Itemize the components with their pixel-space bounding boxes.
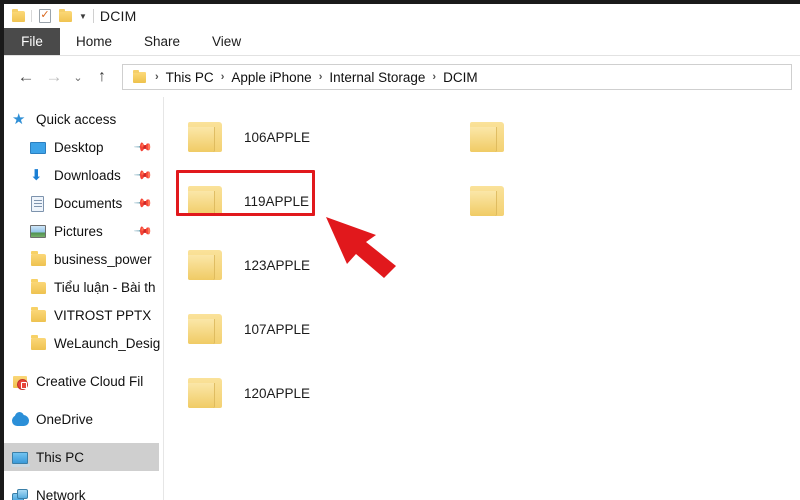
download-icon: ⬇ <box>30 166 43 184</box>
this-pc-icon <box>11 449 30 467</box>
pin-icon[interactable]: 📌 <box>133 137 153 157</box>
sidebar-item-this-pc[interactable]: This PC <box>4 443 159 471</box>
properties-icon[interactable]: ✓ <box>35 6 55 26</box>
star-icon: ★ <box>12 110 26 128</box>
sidebar-item-network[interactable]: Network <box>4 481 163 500</box>
folder-icon <box>188 378 222 408</box>
tab-home[interactable]: Home <box>60 28 128 55</box>
sidebar-item-downloads[interactable]: ⬇ Downloads 📌 <box>4 161 163 189</box>
up-button-icon[interactable]: ↑ <box>88 63 116 91</box>
forward-button-icon[interactable]: → <box>40 63 68 91</box>
sidebar-item-label: OneDrive <box>36 411 94 427</box>
folder-icon <box>470 122 504 152</box>
sidebar-item-quick-access[interactable]: ★ Quick access <box>4 105 163 133</box>
breadcrumb-item-internal-storage[interactable]: Internal Storage <box>327 70 427 85</box>
folder-item-label: 106APPLE <box>244 129 311 145</box>
title-divider <box>92 9 94 23</box>
documents-icon <box>30 195 47 212</box>
pin-icon[interactable]: 📌 <box>133 193 153 213</box>
folder-icon <box>470 186 504 216</box>
tab-file[interactable]: File <box>4 28 60 55</box>
folder-icon <box>188 314 222 344</box>
sidebar-item-label: Network <box>36 487 86 500</box>
creative-cloud-icon <box>12 373 29 390</box>
sidebar-item-documents[interactable]: Documents 📌 <box>4 189 163 217</box>
folder-icon <box>30 279 47 296</box>
folder-icon <box>188 250 222 280</box>
sidebar-item-business-power[interactable]: business_power <box>4 245 163 273</box>
folder-icon <box>188 186 222 216</box>
sidebar-item-creative-cloud-files[interactable]: Creative Cloud Fil <box>4 367 163 395</box>
sidebar-item-desktop[interactable]: Desktop 📌 <box>4 133 163 161</box>
folder-icon <box>188 122 222 152</box>
pictures-icon <box>30 223 47 240</box>
address-bar: ← → ⌄ ↑ › This PC › Apple iPhone › Inter… <box>4 57 800 97</box>
sidebar-item-label: business_power <box>54 251 152 267</box>
folder-item-106apple[interactable]: 106APPLE <box>180 105 470 169</box>
toolbar-divider <box>31 10 32 22</box>
sidebar-item-label: Creative Cloud Fil <box>36 373 144 389</box>
breadcrumb-separator-3: › <box>432 71 437 83</box>
sidebar-item-label: Tiểu luận - Bài th <box>54 279 156 295</box>
folder-item-label: 120APPLE <box>244 385 311 401</box>
new-folder-icon[interactable] <box>55 6 75 26</box>
sidebar-item-label: Desktop <box>54 139 104 155</box>
sidebar-item-label: Documents <box>54 195 123 211</box>
file-grid: 106APPLE 119APPLE 123APPLE 107APPLE 120A… <box>180 105 800 485</box>
window-folder-icon <box>8 6 28 26</box>
sidebar-item-pictures[interactable]: Pictures 📌 <box>4 217 163 245</box>
file-list-pane[interactable]: 106APPLE 119APPLE 123APPLE 107APPLE 120A… <box>164 97 800 500</box>
breadcrumb-item-dcim[interactable]: DCIM <box>441 70 480 85</box>
folder-item-119apple[interactable]: 119APPLE <box>180 169 470 233</box>
folder-item-label: 119APPLE <box>244 193 310 209</box>
sidebar-item-label: VITROST PPTX <box>54 307 152 323</box>
folder-icon <box>30 307 47 324</box>
file-explorer-window: ✓ ▼ DCIM File Home Share View ← → ⌄ ↑ › … <box>0 0 800 500</box>
folder-icon <box>30 251 47 268</box>
sidebar-item-label: WeLaunch_Desig <box>54 335 161 351</box>
breadcrumb-separator-1: › <box>220 71 225 83</box>
pin-icon[interactable]: 📌 <box>133 221 153 241</box>
folder-item-clipped-1[interactable] <box>470 105 506 169</box>
explorer-body: ★ Quick access Desktop 📌 ⬇ Downloads 📌 D… <box>4 97 800 500</box>
folder-item-107apple[interactable]: 107APPLE <box>180 297 470 361</box>
tab-view[interactable]: View <box>196 28 257 55</box>
breadcrumb-separator-2: › <box>318 71 323 83</box>
breadcrumb-folder-icon <box>133 69 146 83</box>
breadcrumb-item-apple-iphone[interactable]: Apple iPhone <box>229 70 313 85</box>
sidebar-item-label: This PC <box>36 449 85 465</box>
desktop-icon <box>30 139 47 156</box>
sidebar-item-onedrive[interactable]: OneDrive <box>4 405 163 433</box>
network-icon <box>12 487 29 500</box>
folder-item-label: 123APPLE <box>244 257 311 273</box>
breadcrumb-separator-0: › <box>155 71 159 83</box>
folder-item-123apple[interactable]: 123APPLE <box>180 233 470 297</box>
recent-locations-chevron-icon[interactable]: ⌄ <box>68 63 88 91</box>
folder-item-120apple[interactable]: 120APPLE <box>180 361 470 425</box>
tab-share[interactable]: Share <box>128 28 196 55</box>
folder-item-clipped-2[interactable] <box>470 169 506 233</box>
sidebar-item-label: Quick access <box>36 111 117 127</box>
sidebar-item-label: Downloads <box>54 167 121 183</box>
back-button-icon[interactable]: ← <box>12 63 40 91</box>
window-title: DCIM <box>99 8 137 24</box>
sidebar-item-welaunch-design[interactable]: WeLaunch_Desig <box>4 329 163 357</box>
breadcrumb[interactable]: › This PC › Apple iPhone › Internal Stor… <box>122 64 792 90</box>
folder-icon <box>30 335 47 352</box>
sidebar-item-label: Pictures <box>54 223 103 239</box>
navigation-pane: ★ Quick access Desktop 📌 ⬇ Downloads 📌 D… <box>4 97 164 500</box>
breadcrumb-item-this-pc[interactable]: This PC <box>164 70 216 85</box>
sidebar-item-tieu-luan[interactable]: Tiểu luận - Bài th <box>4 273 163 301</box>
pin-icon[interactable]: 📌 <box>133 165 153 185</box>
customize-chevron-icon[interactable]: ▼ <box>79 12 87 21</box>
onedrive-icon <box>12 411 29 428</box>
folder-item-label: 107APPLE <box>244 321 311 337</box>
sidebar-item-vitrost-pptx[interactable]: VITROST PPTX <box>4 301 163 329</box>
title-bar: ✓ ▼ DCIM <box>4 4 800 28</box>
ribbon-tab-bar: File Home Share View <box>4 28 800 56</box>
